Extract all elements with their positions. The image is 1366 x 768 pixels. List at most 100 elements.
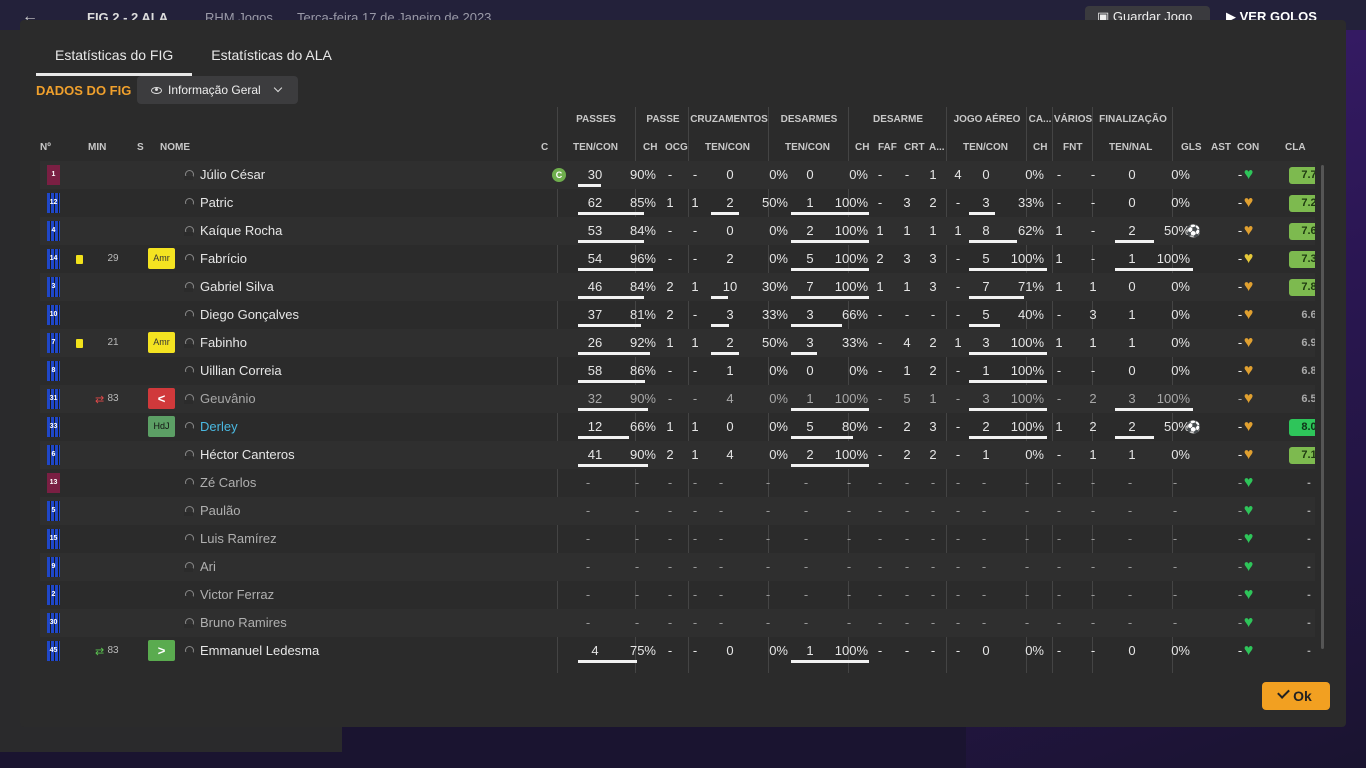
player-name[interactable]: Júlio César [200, 161, 265, 189]
table-row[interactable]: 2 Victor Ferraz - - - - - - - - - - - - - - - - - - - ♥ - [40, 581, 1315, 609]
player-name[interactable]: Victor Ferraz [200, 581, 274, 609]
empty-cell: - [846, 503, 852, 518]
player-name[interactable]: Geuvânio [200, 385, 256, 413]
header-s[interactable]: S [137, 142, 144, 156]
table-row[interactable]: 33 HdJ Derley 12 66% 1 1 0 0% 5 80% -2 3-2 100% 1 2 2 50%… [40, 413, 1315, 441]
header-desarme-crt[interactable]: CRT [904, 142, 925, 156]
header-passe-ocg[interactable]: OCG [665, 142, 688, 156]
table-row[interactable]: 10 Diego Gonçalves 37 81% 2-3 33% 3 66% - - - -5 40%… [40, 301, 1315, 329]
passes-bar [578, 436, 629, 439]
header-num[interactable]: Nº [40, 142, 51, 156]
yellow-card-badge: Amr [148, 332, 175, 353]
yellow-card-icon [76, 255, 83, 264]
shirt-number: 7 [51, 339, 56, 346]
player-name[interactable]: Bruno Ramires [200, 609, 287, 637]
empty-cell: - [1127, 615, 1133, 630]
table-row[interactable]: 13 Zé Carlos - - - - - - - - - - - - - - - - - - - ♥ - [40, 469, 1315, 497]
desarme-crt: 1 [929, 167, 937, 182]
header-nome[interactable]: NOME [160, 142, 190, 156]
table-row[interactable]: 30 Bruno Ramires - - - - - - - - - - - - - - - - - - - ♥ - [40, 609, 1315, 637]
player-name[interactable]: Gabriel Silva [200, 273, 274, 301]
header-cruz-tencon[interactable]: TEN/CON [705, 142, 750, 156]
player-name[interactable]: Fabinho [200, 329, 247, 357]
header-desarmes-tencon[interactable]: TEN/CON [785, 142, 830, 156]
aerial-pct: 0% [1025, 447, 1044, 462]
header-final-tennal[interactable]: TEN/NAL [1109, 142, 1152, 156]
rating-badge: - [1307, 505, 1311, 517]
view-select-dropdown[interactable]: Informação Geral [137, 76, 298, 104]
table-row[interactable]: 4 Kaíque Rocha 53 84% - -0 0% 2 100% 1 1 1 1 8 62% 1-2 5… [40, 217, 1315, 245]
empty-cell: - [1024, 559, 1030, 574]
passe-ch: - [667, 363, 673, 378]
table-row[interactable]: 14 29 Amr Fabrício 54 96% - -2 0% 5 100% 2 3 3-5 100% 1… [40, 245, 1315, 273]
header-ca-ch[interactable]: CH [1033, 142, 1047, 156]
table-row[interactable]: 12 Patric 62 85% 1 1 2 50% 1 100% -3 2-3 33% - -0 0% - ♥ 7… [40, 189, 1315, 217]
player-name[interactable]: Fabrício [200, 245, 247, 273]
player-name[interactable]: Uillian Correia [200, 357, 282, 385]
shot-attempts: 0 [1128, 643, 1136, 658]
empty-cell: - [718, 559, 724, 574]
header-passes-tencon[interactable]: TEN/CON [573, 142, 618, 156]
empty-cell: - [692, 475, 698, 490]
player-name[interactable]: Ari [200, 553, 216, 581]
group-passes: PASSES [576, 114, 616, 125]
empty-cell: - [877, 559, 883, 574]
player-name[interactable]: Zé Carlos [200, 469, 256, 497]
table-row[interactable]: 6 Héctor Canteros 41 90% 2 1 4 0% 2 100% -2 2-1 0% -1… [40, 441, 1315, 469]
player-name[interactable]: Derley [200, 413, 238, 441]
table-row[interactable]: 15 Luis Ramírez - - - - - - - - - - - - - - - - - - - ♥ - [40, 525, 1315, 553]
player-name[interactable]: Kaíque Rocha [200, 217, 282, 245]
header-gls[interactable]: GLS [1181, 142, 1202, 156]
passe-ocg: 1 [691, 279, 699, 294]
tackle-bar [791, 352, 817, 355]
table-row[interactable]: 5 Paulão - - - - - - - - - - - - - - - - - - - ♥ - [40, 497, 1315, 525]
captain-icon: C [552, 168, 566, 182]
player-name[interactable]: Paulão [200, 497, 240, 525]
varios-fnt: 2 [1089, 419, 1097, 434]
header-varios-fnt[interactable]: FNT [1063, 142, 1082, 156]
cross-pct: 30% [761, 279, 788, 294]
tackle-bar [791, 408, 869, 411]
table-row[interactable]: 1 Júlio César C 30 90% - -0 0% 0 0% - -1 4 0 0% - -0 0% - ♥… [40, 161, 1315, 189]
tab-fig-stats[interactable]: Estatísticas do FIG [36, 46, 193, 76]
player-name[interactable]: Héctor Canteros [200, 441, 295, 469]
player-name[interactable]: Diego Gonçalves [200, 301, 299, 329]
header-c[interactable]: C [541, 142, 548, 156]
table-row[interactable]: 3 Gabriel Silva 46 84% 2 1 10 30% 7 100% 1 1 3-7 71% 1… [40, 273, 1315, 301]
header-con[interactable]: CON [1237, 142, 1259, 156]
table-row[interactable]: 31 ⇄ 83 < Geuvânio 32 90% - -4 0% 1 100% -5 1-3 100% -2… [40, 385, 1315, 413]
desarme-crt: 2 [929, 195, 937, 210]
rating-badge: 6.8 [1301, 365, 1315, 377]
header-min[interactable]: MIN [88, 142, 106, 156]
shirt-number-icon: 6 [47, 445, 60, 465]
varios-fnt: - [1090, 195, 1096, 210]
desarme-ch: - [877, 167, 883, 182]
header-desarme-a[interactable]: A... [929, 142, 945, 156]
minute-value: 83 [107, 645, 119, 656]
desarme-crt: - [930, 643, 936, 658]
table-row[interactable]: 8 Uillian Correia 58 86% - -1 0% 0 0% -1 2-1 100% - -… [40, 357, 1315, 385]
header-desarme-ch[interactable]: CH [855, 142, 869, 156]
player-name[interactable]: Patric [200, 189, 233, 217]
desarme-faf: - [904, 307, 910, 322]
rating-badge: 7.7 [1289, 167, 1315, 184]
empty-cell: - [803, 559, 809, 574]
header-cla[interactable]: CLA [1285, 142, 1306, 156]
player-name[interactable]: Emmanuel Ledesma [200, 637, 319, 665]
table-row[interactable]: 9 Ari - - - - - - - - - - - - - - - - - - - ♥ - [40, 553, 1315, 581]
table-row[interactable]: 7 21 Amr Fabinho 26 92% 1 1 2 50% 3 33% -4 2 1 3 100% 1 1 1… [40, 329, 1315, 357]
empty-cell: - [585, 559, 591, 574]
ok-button[interactable]: Ok [1262, 682, 1330, 710]
scrollbar[interactable] [1321, 165, 1324, 649]
aerial-bar [969, 436, 1047, 439]
yellow-card-icon [76, 339, 83, 348]
table-row[interactable]: 45 ⇄ 83 > Emmanuel Ledesma 4 75% - -0 0% 1 100% - - - -… [40, 637, 1315, 665]
tab-ala-stats[interactable]: Estatísticas do ALA [192, 46, 351, 76]
header-ast[interactable]: AST [1211, 142, 1231, 156]
header-desarme-faf[interactable]: FAF [878, 142, 897, 156]
shirt-number-icon: 3 [47, 277, 60, 297]
player-name[interactable]: Luis Ramírez [200, 525, 277, 553]
header-passe-ch[interactable]: CH [643, 142, 657, 156]
header-aereo-tencon[interactable]: TEN/CON [963, 142, 1008, 156]
goal-ball-icon: ⚽ [1186, 224, 1201, 238]
